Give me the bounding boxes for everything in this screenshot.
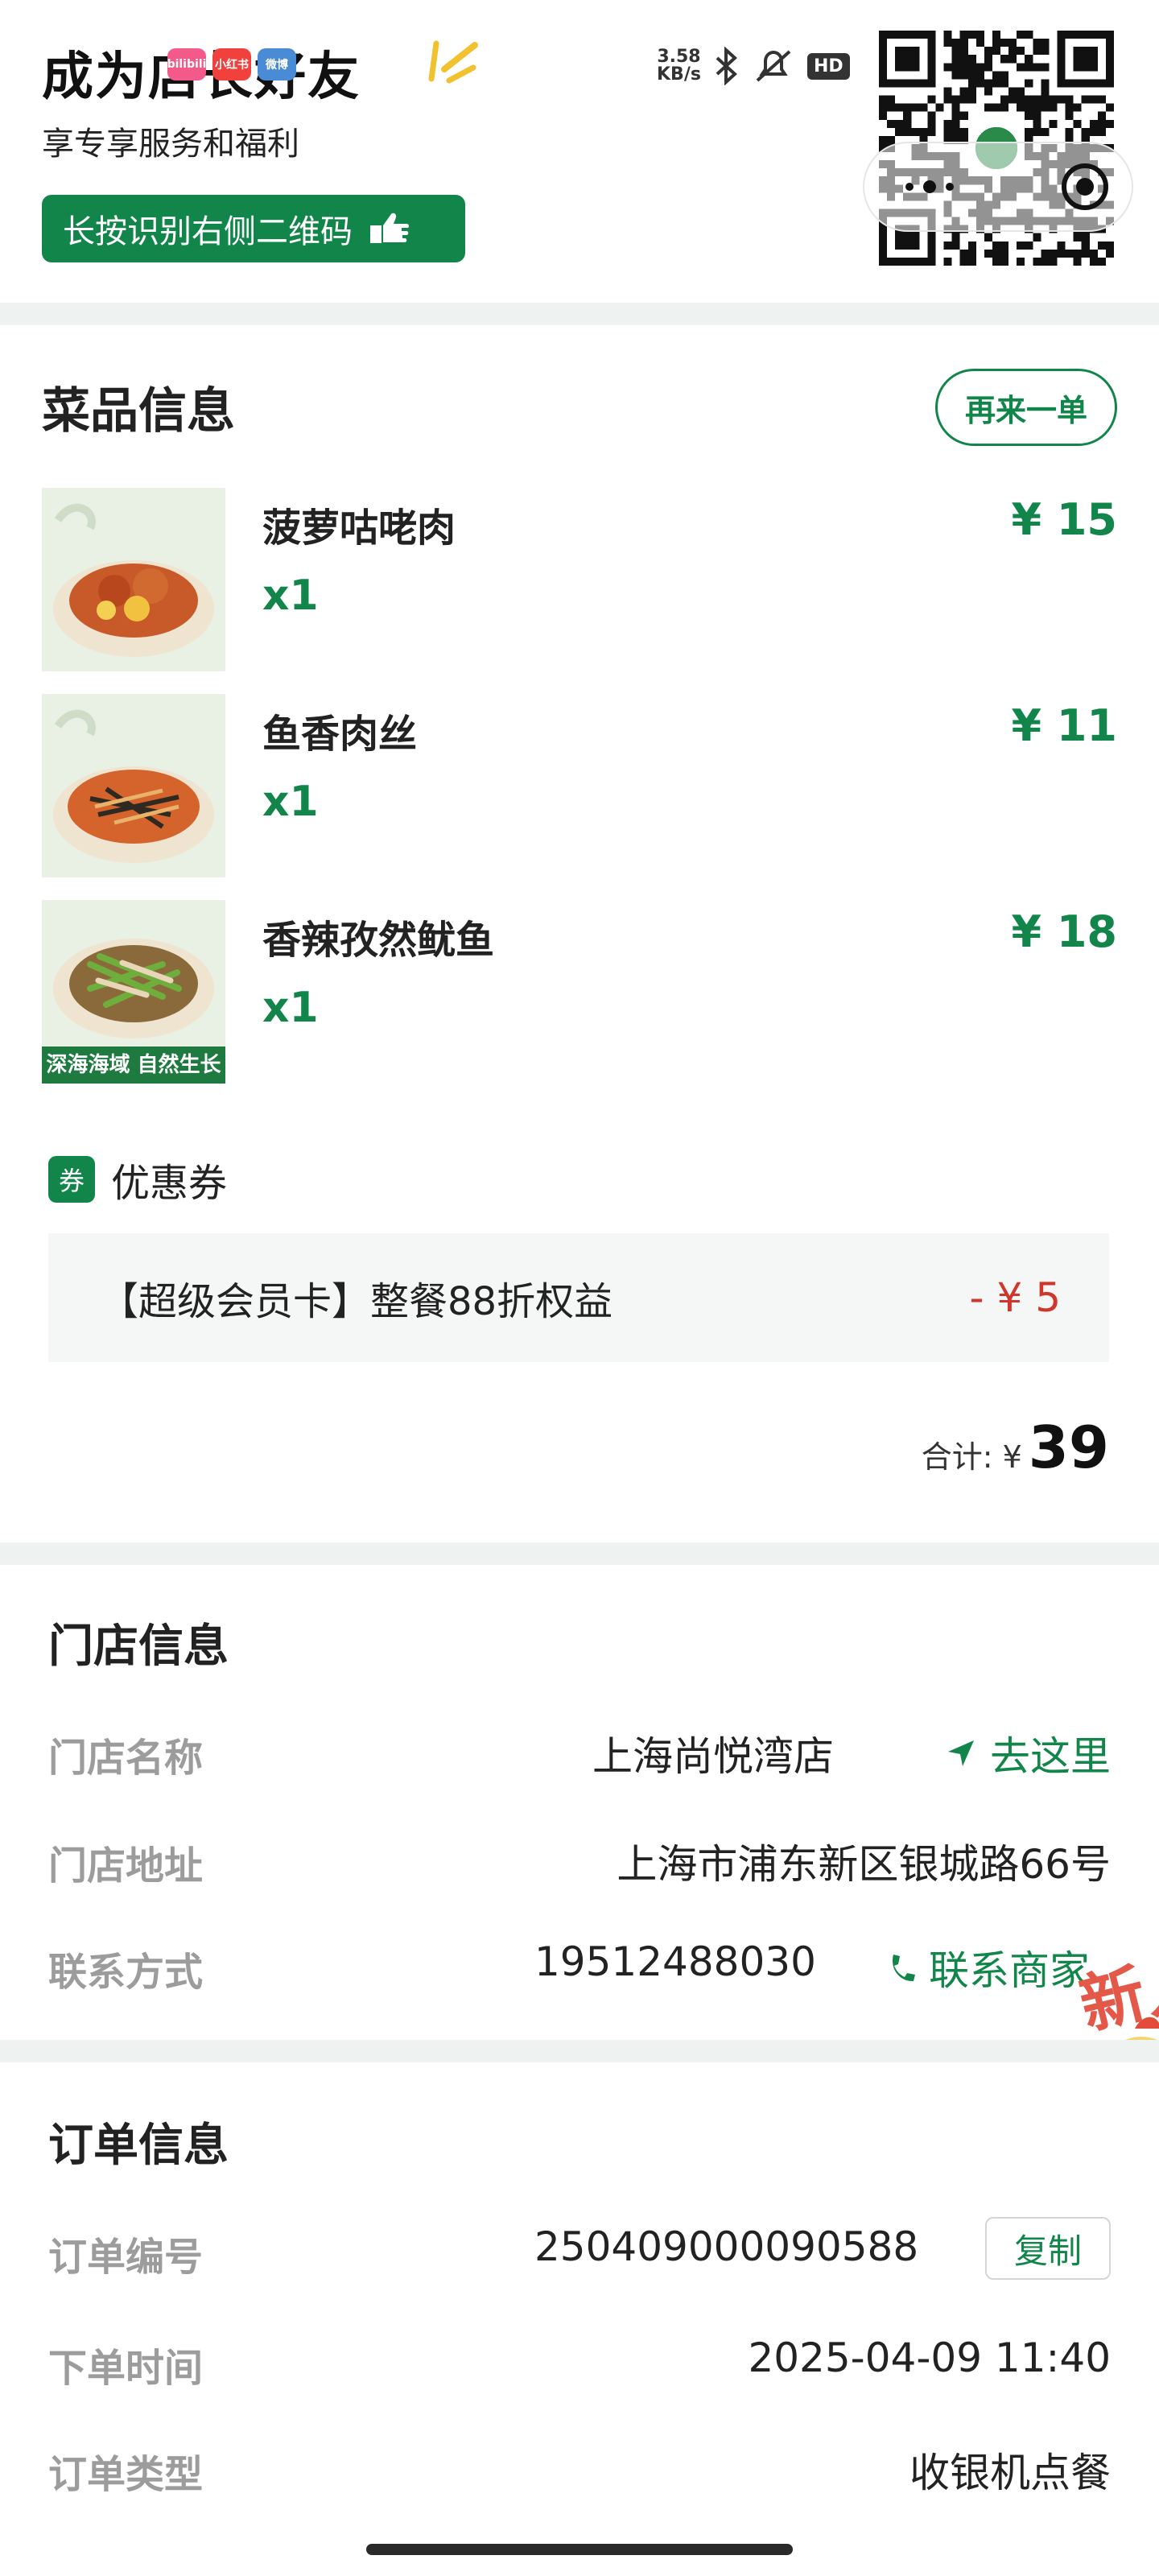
- order-total: 合计: ¥ 39: [922, 1414, 1109, 1481]
- order-type-label: 订单类型: [48, 2452, 204, 2497]
- store-contact-row: 联系方式 19512488030 联系商家: [48, 1932, 1111, 1996]
- sparkle-icon: [428, 40, 478, 84]
- mute-bell-icon: [756, 50, 791, 82]
- dish-item[interactable]: 深海海域 自然生长 香辣孜然鱿鱼 x1 ¥ 18: [42, 900, 1117, 1085]
- store-phone-value: 19512488030: [534, 1938, 816, 1985]
- scan-qr-button[interactable]: 长按识别右侧二维码: [42, 195, 465, 262]
- dish-item[interactable]: 菠萝咕咾肉 x1 ¥ 15: [42, 488, 1117, 673]
- network-speed: 3.58 KB/s: [657, 47, 701, 85]
- order-type-value: 收银机点餐: [909, 2450, 1111, 2496]
- contact-merchant-link[interactable]: 联系商家: [887, 1938, 1090, 1996]
- dish-image: [42, 694, 225, 877]
- store-name-label: 门店名称: [48, 1736, 204, 1781]
- dish-image: 深海海域 自然生长: [42, 900, 225, 1084]
- store-address-label: 门店地址: [48, 1843, 204, 1889]
- total-label: 合计: ¥: [921, 1439, 1022, 1475]
- total-value: 39: [1028, 1414, 1109, 1481]
- pointing-hand-icon: [370, 213, 410, 243]
- dish-image-caption: 深海海域 自然生长: [46, 1053, 221, 1077]
- coupon-discount: - ¥ 5: [969, 1274, 1061, 1321]
- order-number-row: 订单编号 250409000090588 复制: [48, 2217, 1111, 2281]
- order-time-value: 2025-04-09 11:40: [748, 2334, 1111, 2381]
- store-contact-label: 联系方式: [48, 1950, 204, 1995]
- scan-qr-label: 长按识别右侧二维码: [63, 213, 353, 250]
- dish-quantity: x1: [262, 572, 319, 620]
- phone-icon: [892, 1955, 915, 1982]
- weibo-badge: 微博: [258, 48, 296, 80]
- store-address-row: 门店地址 上海市浦东新区银城路66号: [48, 1826, 1111, 1890]
- app-badges: bilibili 小红书 微博: [167, 48, 296, 80]
- store-name-row: 门店名称 上海尚悦湾店 去这里: [48, 1718, 1111, 1782]
- divider: [0, 303, 1159, 325]
- navigate-link[interactable]: 去这里: [945, 1724, 1111, 1782]
- home-indicator[interactable]: [366, 2544, 793, 2555]
- dish-item[interactable]: 鱼香肉丝 x1 ¥ 11: [42, 694, 1117, 879]
- bilibili-badge: bilibili: [167, 48, 206, 80]
- order-number-label: 订单编号: [48, 2235, 204, 2280]
- status-bar: 3.58 KB/s HD: [657, 47, 850, 85]
- dish-price: ¥ 18: [1011, 906, 1117, 957]
- coupon-label: 优惠券: [111, 1161, 228, 1206]
- dish-image: [42, 488, 225, 671]
- reorder-button[interactable]: 再来一单: [935, 369, 1117, 446]
- coupon-name: 【超级会员卡】整餐88折权益: [100, 1279, 613, 1324]
- promo-subtitle: 享专享服务和福利: [42, 126, 299, 163]
- close-target-icon[interactable]: [1059, 161, 1111, 213]
- store-section-title: 门店信息: [48, 1620, 229, 1673]
- dish-price: ¥ 11: [1011, 700, 1117, 751]
- dish-quantity: x1: [262, 984, 319, 1032]
- navigate-label: 去这里: [990, 1733, 1111, 1780]
- coupon-header: 券 优惠券: [48, 1151, 227, 1208]
- divider: [0, 2040, 1159, 2062]
- dish-name: 鱼香肉丝: [262, 712, 418, 757]
- hd-badge: HD: [806, 52, 850, 80]
- order-time-label: 下单时间: [48, 2346, 204, 2391]
- coupon-icon: 券: [48, 1156, 95, 1203]
- order-number-value: 250409000090588: [534, 2223, 919, 2270]
- navigation-arrow-icon: [948, 1740, 974, 1766]
- store-address-value: 上海市浦东新区银城路66号: [617, 1841, 1111, 1888]
- order-type-row: 订单类型 收银机点餐: [48, 2434, 1111, 2499]
- coupon-item: 【超级会员卡】整餐88折权益 - ¥ 5: [48, 1233, 1109, 1362]
- dish-section-title: 菜品信息: [42, 383, 235, 440]
- xiaohongshu-badge: 小红书: [212, 48, 251, 80]
- order-section-title: 订单信息: [48, 2120, 229, 2172]
- order-time-row: 下单时间 2025-04-09 11:40: [48, 2328, 1111, 2392]
- divider: [0, 1542, 1159, 1565]
- dish-quantity: x1: [262, 778, 319, 826]
- bluetooth-icon: [716, 47, 737, 85]
- store-name-value: 上海尚悦湾店: [592, 1733, 834, 1780]
- floating-capsule[interactable]: [863, 142, 1133, 232]
- contact-merchant-label: 联系商家: [929, 1947, 1090, 1994]
- dish-name: 菠萝咕咾肉: [262, 506, 456, 551]
- dish-name: 香辣孜然鱿鱼: [262, 918, 495, 963]
- friend-promo-header: 成为店长好友 bilibili 小红书 微博 享专享服务和福利 长按识别右侧二维…: [0, 0, 1159, 303]
- more-dots-icon[interactable]: [901, 177, 958, 196]
- copy-order-number-button[interactable]: 复制: [985, 2217, 1111, 2280]
- dish-price: ¥ 15: [1011, 494, 1117, 545]
